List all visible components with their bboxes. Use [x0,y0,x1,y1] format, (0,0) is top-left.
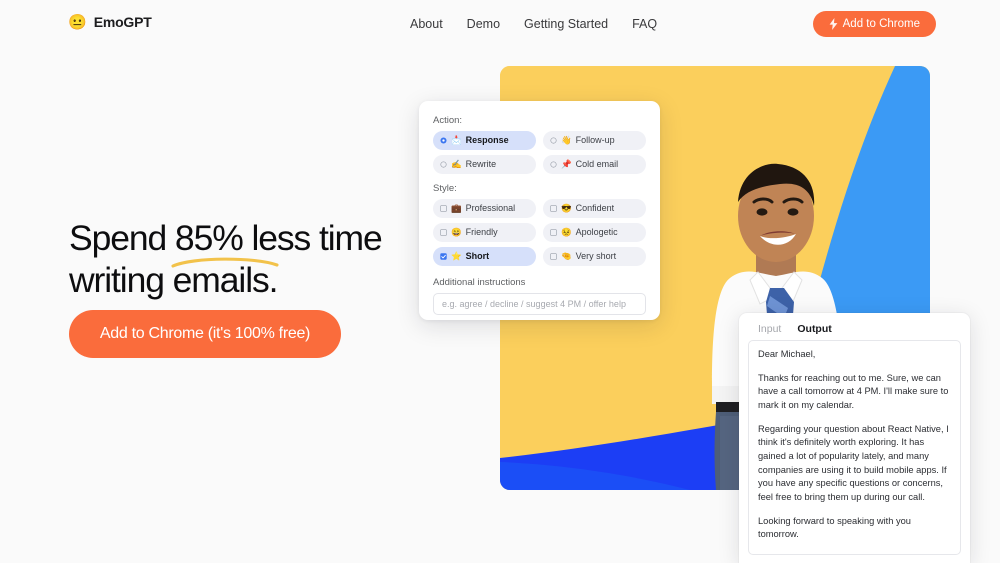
smiling-face-emoji-icon: 😄 [451,227,462,238]
action-option-response[interactable]: 📩 Response [433,131,536,150]
landing-page: 😐 EmoGPT About Demo Getting Started FAQ … [0,0,1000,563]
checkbox-unchecked-icon [550,229,557,236]
waving-hand-emoji-icon: 👋 [561,135,572,146]
headline-highlight: 85% [174,218,244,258]
pinching-hand-emoji-icon: 🤏 [561,251,572,262]
checkbox-checked-icon [440,253,447,260]
neutral-face-emoji-icon: 😐 [68,13,87,31]
output-panel: Input Output Dear Michael, Thanks for re… [739,313,970,563]
headline-pre: Spend [69,218,175,258]
checkbox-unchecked-icon [550,253,557,260]
headline-line2: writing emails. [69,259,279,300]
lightning-bolt-icon [829,18,838,30]
nav-link-about[interactable]: About [410,17,443,31]
output-paragraph: Regarding your question about React Nati… [758,423,949,502]
tab-output[interactable]: Output [790,321,839,339]
sparkle-emoji-icon: ⭐ [451,251,462,262]
action-option-label: Cold email [575,159,619,169]
radio-unselected-icon [550,137,557,144]
style-option-label: Professional [465,203,516,213]
checkbox-unchecked-icon [440,205,447,212]
brand-name: EmoGPT [93,14,152,30]
style-option-short[interactable]: ⭐ Short [433,247,536,266]
style-option-apologetic[interactable]: 😣 Apologetic [543,223,646,242]
action-option-label: Rewrite [465,159,497,169]
nav-add-to-chrome-button[interactable]: Add to Chrome [812,11,936,37]
brand-logo[interactable]: 😐 EmoGPT [68,14,152,30]
output-paragraph: Thanks for reaching out to me. Sure, we … [758,372,949,410]
nav-links: About Demo Getting Started FAQ [410,17,657,31]
headline-post: less time [242,218,382,258]
style-option-label: Short [465,251,490,261]
style-option-label: Very short [575,251,617,261]
style-option-professional[interactable]: 💼 Professional [433,199,536,218]
sunglasses-face-emoji-icon: 😎 [561,203,572,214]
briefcase-emoji-icon: 💼 [451,203,462,214]
additional-instructions-input[interactable] [433,293,646,315]
headline-highlight-wrap: 85% [171,218,279,268]
pushpin-emoji-icon: 📌 [561,159,572,170]
hero-add-to-chrome-button[interactable]: Add to Chrome (it's 100% free) [69,310,341,358]
style-section-label: Style: [433,183,457,194]
style-option-label: Friendly [465,227,498,237]
nav-link-demo[interactable]: Demo [467,17,500,31]
incoming-envelope-emoji-icon: 📩 [451,135,462,146]
style-option-friendly[interactable]: 😄 Friendly [433,223,536,242]
nav-link-faq[interactable]: FAQ [632,17,657,31]
action-option-follow-up[interactable]: 👋 Follow-up [543,131,646,150]
action-section-label: Action: [433,115,463,126]
style-option-very-short[interactable]: 🤏 Very short [543,247,646,266]
radio-unselected-icon [550,161,557,168]
style-option-confident[interactable]: 😎 Confident [543,199,646,218]
output-paragraph: Dear Michael, [758,349,816,359]
pleading-face-emoji-icon: 😣 [561,227,572,238]
action-option-cold-email[interactable]: 📌 Cold email [543,155,646,174]
nav-cta-label: Add to Chrome [842,18,920,30]
tab-input[interactable]: Input [751,321,788,339]
action-option-label: Response [465,135,509,145]
nav-link-getting-started[interactable]: Getting Started [524,17,608,31]
page-headline: Spend 85% less time writing emails. [69,218,469,302]
action-options-grid: 📩 Response 👋 Follow-up ✍️ Rewrite 📌 Cold… [433,131,646,174]
style-options-grid: 💼 Professional 😎 Confident 😄 Friendly 😣 … [433,199,646,266]
options-card: Action: 📩 Response 👋 Follow-up ✍️ Rewrit… [419,101,660,320]
output-text-area[interactable]: Dear Michael, Thanks for reaching out to… [748,340,961,555]
checkbox-unchecked-icon [550,205,557,212]
style-option-label: Apologetic [575,227,618,237]
top-navigation: 😐 EmoGPT About Demo Getting Started FAQ … [0,0,1000,48]
radio-unselected-icon [440,161,447,168]
additional-instructions-label: Additional instructions [433,277,526,288]
action-option-rewrite[interactable]: ✍️ Rewrite [433,155,536,174]
checkbox-unchecked-icon [440,229,447,236]
style-option-label: Confident [575,203,615,213]
radio-selected-icon [440,137,447,144]
writing-hand-emoji-icon: ✍️ [451,159,462,170]
action-option-label: Follow-up [575,135,615,145]
panel-tabs: Input Output [748,321,961,339]
output-paragraph: Looking forward to speaking with you tom… [758,515,911,540]
